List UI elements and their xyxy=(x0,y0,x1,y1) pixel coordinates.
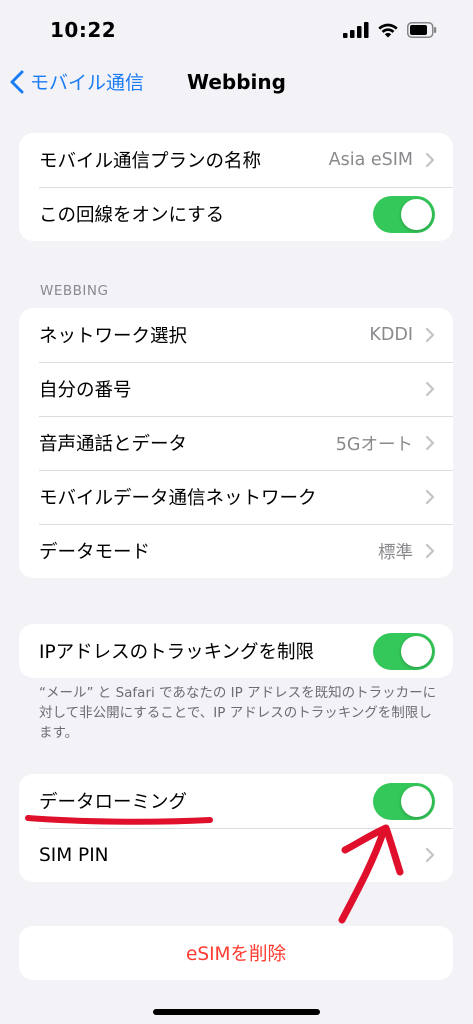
settings-group-webbing: ネットワーク選択 KDDI 自分の番号 音声通話とデータ 5Gオート モバイルデ… xyxy=(19,308,453,578)
chevron-right-icon xyxy=(425,489,435,505)
chevron-right-icon xyxy=(425,327,435,343)
status-bar: 10:22 xyxy=(0,0,473,60)
data-roaming-label: データローミング xyxy=(39,792,188,813)
data-roaming-toggle[interactable] xyxy=(373,782,435,820)
row-line-on: この回線をオンにする xyxy=(19,187,453,241)
voice-data-label: 音声通話とデータ xyxy=(39,434,188,455)
settings-group-ip-tracking: IPアドレスのトラッキングを制限 xyxy=(19,624,453,678)
network-selection-value: KDDI xyxy=(369,325,413,345)
battery-icon xyxy=(407,22,437,38)
row-mobile-data-network[interactable]: モバイルデータ通信ネットワーク xyxy=(19,470,453,524)
delete-esim-button[interactable]: eSIMを削除 xyxy=(19,926,453,980)
plan-name-label: モバイル通信プランの名称 xyxy=(39,151,262,172)
row-voice-data[interactable]: 音声通話とデータ 5Gオート xyxy=(19,416,453,470)
row-sim-pin[interactable]: SIM PIN xyxy=(19,828,453,882)
row-plan-name[interactable]: モバイル通信プランの名称 Asia eSIM xyxy=(19,133,453,187)
row-ip-tracking: IPアドレスのトラッキングを制限 xyxy=(19,624,453,678)
status-icons xyxy=(343,22,437,38)
line-on-label: この回線をオンにする xyxy=(39,205,225,226)
row-data-roaming: データローミング xyxy=(19,774,453,828)
settings-group-plan: モバイル通信プランの名称 Asia eSIM この回線をオンにする xyxy=(19,133,453,241)
cellular-signal-icon xyxy=(343,22,369,38)
line-on-toggle[interactable] xyxy=(373,195,435,233)
data-mode-label: データモード xyxy=(39,542,151,563)
data-mode-value: 標準 xyxy=(378,542,413,563)
row-data-mode[interactable]: データモード 標準 xyxy=(19,524,453,578)
voice-data-value: 5Gオート xyxy=(335,434,413,455)
sim-pin-label: SIM PIN xyxy=(39,844,109,866)
mobile-data-network-label: モバイルデータ通信ネットワーク xyxy=(39,488,317,509)
settings-group-roaming: データローミング SIM PIN xyxy=(19,774,453,882)
home-indicator[interactable] xyxy=(153,1009,320,1015)
ip-tracking-footer: “メール” と Safari であなたの IP アドレスを既知のトラッカーに対し… xyxy=(39,685,437,741)
ip-tracking-label: IPアドレスのトラッキングを制限 xyxy=(39,642,315,663)
wifi-icon xyxy=(378,23,398,38)
chevron-right-icon xyxy=(425,847,435,863)
chevron-right-icon xyxy=(425,152,435,168)
status-time: 10:22 xyxy=(50,18,117,42)
page-title: Webbing xyxy=(187,70,286,94)
navigation-bar: モバイル通信 Webbing xyxy=(0,62,473,106)
my-number-label: 自分の番号 xyxy=(39,380,132,401)
chevron-right-icon xyxy=(425,543,435,559)
network-selection-label: ネットワーク選択 xyxy=(39,326,188,347)
row-my-number[interactable]: 自分の番号 xyxy=(19,362,453,416)
chevron-right-icon xyxy=(425,381,435,397)
plan-name-value: Asia eSIM xyxy=(328,150,413,170)
chevron-right-icon xyxy=(425,435,435,451)
section-header-webbing: WEBBING xyxy=(40,283,109,299)
ip-tracking-toggle[interactable] xyxy=(373,632,435,670)
row-network-selection[interactable]: ネットワーク選択 KDDI xyxy=(19,308,453,362)
